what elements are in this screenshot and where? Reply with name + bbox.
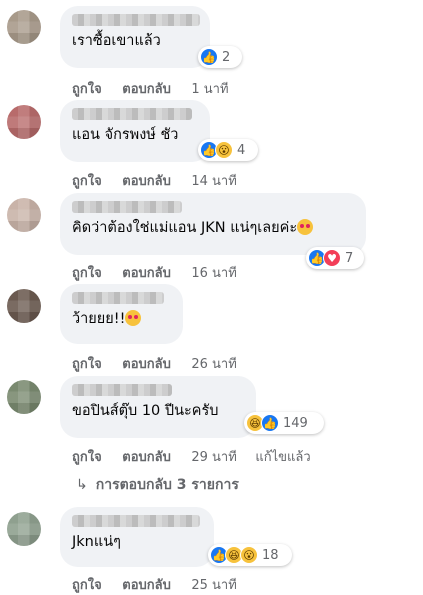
comment-text-body: คิดว่าต้องใช่แม่แอน JKN แน่ๆเลยค่ะ (72, 220, 298, 236)
commenter-name[interactable] (72, 108, 192, 120)
comment-time[interactable]: 25 นาที (191, 578, 236, 593)
comment-bubble: คิดว่าต้องใช่แม่แอน JKN แน่ๆเลยค่ะ (60, 193, 366, 255)
avatar[interactable] (7, 10, 41, 44)
edited-label[interactable]: แก้ไขแล้ว (255, 450, 310, 465)
avatar[interactable] (7, 105, 41, 139)
reaction-count: 7 (345, 250, 354, 266)
reaction-count: 2 (222, 49, 231, 65)
comment-text: Jknแน่ๆ (72, 534, 121, 550)
commenter-name[interactable] (72, 201, 182, 213)
replies-label: การตอบกลับ 3 รายการ (95, 477, 239, 493)
reaction-summary[interactable]: 👍 ♥ 7 (306, 247, 364, 269)
comment-actions: ถูกใจ ตอบกลับ 25 นาที (72, 574, 253, 595)
comment-actions: ถูกใจ ตอบกลับ 29 นาที แก้ไขแล้ว (72, 446, 327, 467)
like-link[interactable]: ถูกใจ (72, 82, 102, 97)
reaction-summary[interactable]: 👍 😮 4 (198, 139, 258, 161)
like-link[interactable]: ถูกใจ (72, 578, 102, 593)
comment-text: คิดว่าต้องใช่แม่แอน JKN แน่ๆเลยค่ะ (72, 219, 354, 238)
like-link[interactable]: ถูกใจ (72, 450, 102, 465)
commenter-name[interactable] (72, 384, 172, 396)
commenter-name[interactable] (72, 292, 164, 304)
comment-text-body: ว้ายยย!! (72, 311, 126, 327)
comment-bubble: Jknแน่ๆ (60, 507, 214, 567)
love-face-emoji-icon (297, 219, 314, 235)
like-link[interactable]: ถูกใจ (72, 357, 102, 372)
wow-icon: 😮 (240, 546, 258, 564)
comment-bubble: ว้ายยย!! (60, 284, 183, 344)
reply-arrow-icon: ↳ (76, 477, 88, 493)
commenter-name[interactable] (72, 515, 200, 527)
commenter-name[interactable] (72, 14, 200, 26)
avatar[interactable] (7, 198, 41, 232)
heart-icon: ♥ (323, 249, 341, 267)
comment-bubble: แอน จักรพงษ์ ชัว (60, 100, 210, 162)
comment-time[interactable]: 16 นาที (191, 266, 236, 281)
heart-eyes-emoji-icon (125, 310, 142, 326)
reaction-count: 18 (262, 547, 279, 563)
avatar[interactable] (7, 512, 41, 546)
comment-time[interactable]: 26 นาที (191, 357, 236, 372)
comment-bubble: ขอปินส์ตุ๊บ 10 ปีนะครับ (60, 376, 256, 438)
comment-actions: ถูกใจ ตอบกลับ 26 นาที (72, 353, 253, 374)
reply-link[interactable]: ตอบกลับ (122, 450, 171, 465)
view-replies-link[interactable]: ↳ การตอบกลับ 3 รายการ (76, 474, 239, 496)
reaction-summary[interactable]: 😆 👍 149 (244, 412, 324, 434)
comment-actions: ถูกใจ ตอบกลับ 1 นาที (72, 78, 245, 99)
wow-icon: 😮 (215, 141, 233, 159)
comment-time[interactable]: 14 นาที (191, 174, 236, 189)
reaction-count: 149 (283, 415, 308, 431)
comment-text: ว้ายยย!! (72, 310, 171, 329)
comment-text: ขอปินส์ตุ๊บ 10 ปีนะครับ (72, 403, 219, 419)
reaction-summary[interactable]: 👍 2 (198, 46, 242, 68)
comment-text: เราซื้อเขาแล้ว (72, 33, 161, 49)
reply-link[interactable]: ตอบกลับ (122, 266, 171, 281)
reply-link[interactable]: ตอบกลับ (122, 578, 171, 593)
reply-link[interactable]: ตอบกลับ (122, 174, 171, 189)
reply-link[interactable]: ตอบกลับ (122, 357, 171, 372)
reaction-summary[interactable]: 👍 😆 😮 18 (208, 544, 292, 566)
like-link[interactable]: ถูกใจ (72, 174, 102, 189)
like-link[interactable]: ถูกใจ (72, 266, 102, 281)
comment-bubble: เราซื้อเขาแล้ว (60, 6, 210, 68)
avatar[interactable] (7, 289, 41, 323)
like-icon: 👍 (200, 48, 218, 66)
avatar[interactable] (7, 380, 41, 414)
reply-link[interactable]: ตอบกลับ (122, 82, 171, 97)
reaction-count: 4 (237, 142, 246, 158)
comment-time[interactable]: 1 นาที (191, 82, 228, 97)
comment-actions: ถูกใจ ตอบกลับ 16 นาที (72, 262, 253, 283)
comment-actions: ถูกใจ ตอบกลับ 14 นาที (72, 170, 253, 191)
like-icon: 👍 (261, 414, 279, 432)
comment-text: แอน จักรพงษ์ ชัว (72, 127, 179, 143)
comment-time[interactable]: 29 นาที (191, 450, 236, 465)
